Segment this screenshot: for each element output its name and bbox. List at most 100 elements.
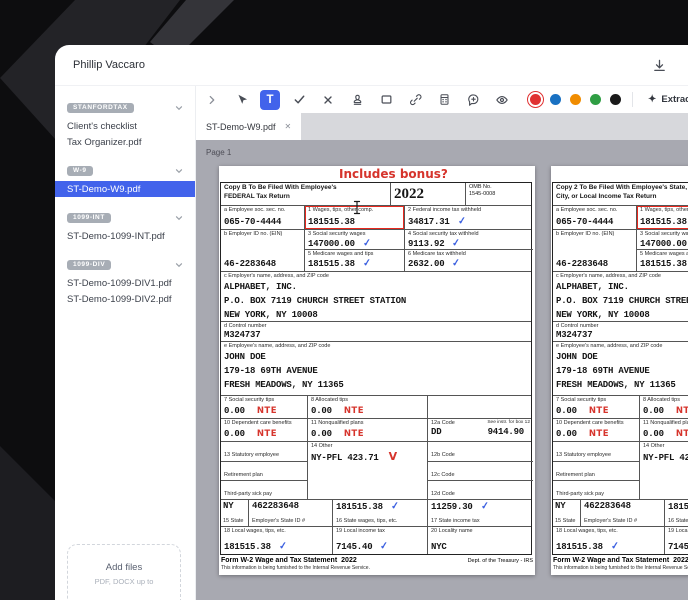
calculator-icon xyxy=(440,94,448,105)
extract-data-label: Extract data xyxy=(661,94,688,105)
sidebar-item-tax-organizer[interactable]: Tax Organizer.pdf xyxy=(55,134,195,150)
sidebar-item-st-demo-1099-div2[interactable]: ST-Demo-1099-DIV2.pdf xyxy=(55,291,195,307)
close-tab-icon[interactable]: ✕ xyxy=(285,122,292,131)
section-badge: 1099-INT xyxy=(67,212,111,224)
nte-annotation[interactable]: NTE xyxy=(344,406,364,416)
pointer-tool-button[interactable] xyxy=(231,90,251,110)
w2-box-15-state: NY 15 State 462283648 Employer's State I… xyxy=(221,500,333,526)
annotation-color-black-button[interactable] xyxy=(610,94,621,105)
w2-box-10: 10 Dependent care benefits 0.00 NTE xyxy=(553,419,640,441)
tab-st-demo-w9[interactable]: ST-Demo-W9.pdf ✕ xyxy=(196,113,302,140)
sidebar-item-st-demo-w9[interactable]: ST-Demo-W9.pdf xyxy=(55,181,195,197)
x-annotation-button[interactable] xyxy=(318,90,338,110)
nte-annotation[interactable]: NTE xyxy=(257,429,277,439)
w2-box-13-statutory: 13 Statutory employee xyxy=(221,442,307,462)
sidebar-item-st-demo-1099-int[interactable]: ST-Demo-1099-INT.pdf xyxy=(55,228,195,244)
w2-footer: Form W-2 Wage and Tax Statement2022 Dept… xyxy=(221,557,533,571)
nte-annotation[interactable]: NTE xyxy=(344,429,364,439)
w2-box-16: 181515.38✓ 16 State wages, tips, etc. xyxy=(665,500,688,526)
w2-footer: Form W-2 Wage and Tax Statement2022 Dept… xyxy=(553,557,688,571)
text-cursor xyxy=(352,200,362,220)
backdrop-shape xyxy=(0,446,55,600)
check-annotation[interactable]: ✓ xyxy=(362,237,371,249)
annotation-color-green-button[interactable] xyxy=(590,94,601,105)
check-annotation[interactable]: ✓ xyxy=(480,501,489,513)
document-viewer[interactable]: Page 1 Includes bonus? Copy B To Be File… xyxy=(196,140,688,600)
w2-box-b: b Employer ID no. (EIN) 46-2283648 xyxy=(221,230,305,271)
check-annotation[interactable]: ✓ xyxy=(380,541,389,553)
sidebar-section-w9[interactable]: W-9 xyxy=(55,161,195,181)
sidebar-item-st-demo-1099-div1[interactable]: ST-Demo-1099-DIV1.pdf xyxy=(55,275,195,291)
w2-year: 2022 xyxy=(391,183,466,205)
w2-box-14-other: 14 Other NY-PFL 423.71V xyxy=(640,442,688,499)
link-tool-button[interactable] xyxy=(405,90,425,110)
calculator-tool-button[interactable] xyxy=(434,90,454,110)
check-annotation[interactable]: ✓ xyxy=(452,257,461,269)
w2-box-d-control: d Control number M324737 xyxy=(556,323,599,340)
check-annotation-button[interactable] xyxy=(289,90,309,110)
w2-box-12d: 12d Code xyxy=(431,491,455,497)
w2-box-5: 5 Medicare wages and tips 181515.38✓ xyxy=(640,251,688,269)
w2-box-8: 8 Allocated tips 0.00NTE xyxy=(308,396,428,418)
nte-annotation[interactable]: NTE xyxy=(589,406,609,416)
annotation-color-blue-button[interactable] xyxy=(550,94,561,105)
app-header: Phillip Vaccaro xyxy=(55,45,688,86)
collapse-sidebar-button[interactable] xyxy=(202,90,222,110)
w2-box-e-employee: e Employee's name, address, and ZIP code… xyxy=(224,343,344,390)
check-annotation[interactable]: ✓ xyxy=(457,216,466,228)
text-tool-button[interactable]: T xyxy=(260,89,280,110)
extract-data-button[interactable]: ✦ Extract data xyxy=(644,91,688,108)
nte-annotation[interactable]: NTE xyxy=(589,429,609,439)
rectangle-icon xyxy=(381,95,391,104)
chevron-down-icon xyxy=(175,216,183,221)
check-annotation[interactable]: ✓ xyxy=(610,541,619,553)
check-annotation[interactable]: ✓ xyxy=(390,501,399,513)
document-page-copy-2[interactable]: Copy 2 To Be Filed With Employee's State… xyxy=(551,166,688,575)
stamp-tool-button[interactable] xyxy=(347,90,367,110)
w2-box-8: 8 Allocated tips 0.00NTE xyxy=(640,396,688,418)
w2-box-18: 18 Local wages, tips, etc. 181515.38 ✓ xyxy=(553,527,665,554)
check-annotation[interactable]: ✓ xyxy=(452,237,461,249)
sidebar-section-stanfordtax[interactable]: STANFORDTAX xyxy=(55,98,195,118)
w2-box-12a: 12a Code See instr. for box 12 DD 9414.90 xyxy=(431,420,530,437)
sparkle-icon: ✦ xyxy=(648,93,657,105)
nte-annotation[interactable]: NTE xyxy=(676,406,688,416)
download-button[interactable] xyxy=(648,54,670,76)
sidebar-section-1099-div[interactable]: 1099-DIV xyxy=(55,255,195,275)
user-name: Phillip Vaccaro xyxy=(73,59,145,71)
w2-box-14-other: 14 Other NY-PFL 423.71V xyxy=(308,442,428,499)
comment-tool-button[interactable] xyxy=(463,90,483,110)
annotation-color-orange-button[interactable] xyxy=(570,94,581,105)
w2-box-3: 3 Social security wages 147000.00✓ xyxy=(637,230,688,250)
w2-box-1: 1 Wages, tips, other comp. 181515.38 xyxy=(637,206,688,229)
bonus-annotation[interactable]: Includes bonus? xyxy=(339,167,448,181)
add-files-dropzone[interactable]: Add files PDF, DOCX up to xyxy=(67,544,181,600)
download-icon xyxy=(653,59,665,71)
w2-form: Copy 2 To Be Filed With Employee's State… xyxy=(552,182,688,555)
sidebar-section-1099-int[interactable]: 1099-INT xyxy=(55,208,195,228)
document-page-copy-b[interactable]: Includes bonus? Copy B To Be Filed With … xyxy=(219,166,535,575)
w2-omb: OMB No. 1545-0008 xyxy=(469,184,496,198)
rectangle-tool-button[interactable] xyxy=(376,90,396,110)
v-annotation[interactable]: V xyxy=(389,450,398,463)
nte-annotation[interactable]: NTE xyxy=(676,429,688,439)
sidebar: STANFORDTAX Client's checklist Tax Organ… xyxy=(55,86,196,600)
cursor-icon xyxy=(237,94,247,104)
w2-box-e-employee: e Employee's name, address, and ZIP code… xyxy=(556,343,676,390)
link-icon xyxy=(409,94,421,106)
w2-box-13-sickpay: Third-party sick pay xyxy=(224,491,272,497)
annotation-color-red-button[interactable] xyxy=(527,91,544,108)
w2-box-13-retirement: Retirement plan xyxy=(553,462,639,481)
section-badge: W-9 xyxy=(67,165,93,177)
w2-box-13-sickpay: Third-party sick pay xyxy=(556,491,604,497)
stamp-icon xyxy=(353,94,361,105)
w2-form: Copy B To Be Filed With Employee's FEDER… xyxy=(220,182,533,555)
nte-annotation[interactable]: NTE xyxy=(257,406,277,416)
w2-box-6: 6 Medicare tax withheld 2632.00 ✓ xyxy=(408,251,466,270)
check-annotation[interactable]: ✓ xyxy=(278,541,287,553)
x-icon xyxy=(324,95,332,104)
check-annotation[interactable]: ✓ xyxy=(362,257,371,269)
page-number-label: Page 1 xyxy=(206,148,232,157)
view-tool-button[interactable] xyxy=(492,90,512,110)
sidebar-item-clients-checklist[interactable]: Client's checklist xyxy=(55,118,195,134)
